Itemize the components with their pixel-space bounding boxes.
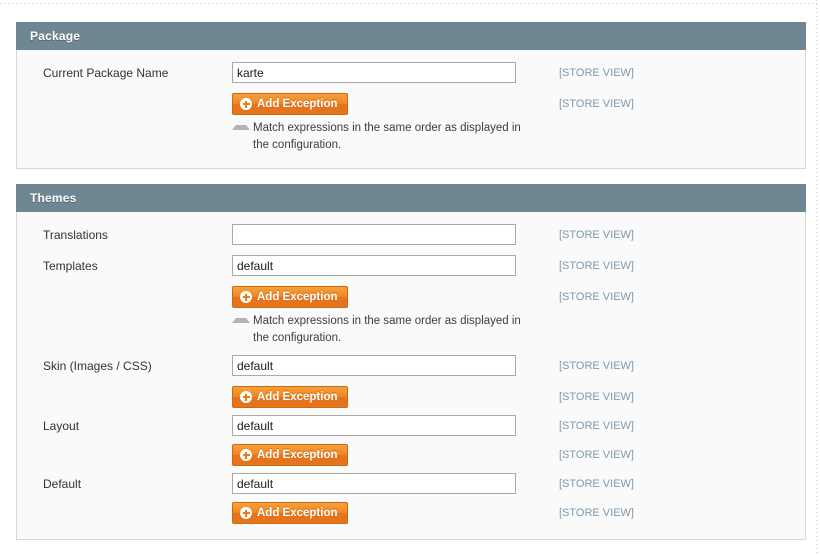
note-templates-text: Match expressions in the same order as d… (253, 315, 521, 344)
scope-templates-add-exception: [STORE VIEW] (559, 291, 634, 303)
section-package: Package Current Package Name [STORE VIEW… (16, 22, 806, 169)
scope-layout-add-exception: [STORE VIEW] (559, 449, 634, 461)
add-exception-button[interactable]: Add Exception (232, 93, 348, 115)
field-row-default-add-exception: Add Exception [STORE VIEW] (17, 502, 805, 525)
control-current-package-name (232, 62, 537, 83)
field-row-skin: Skin (Images / CSS) [STORE VIEW] (17, 355, 805, 378)
note-templates-add-exception: Match expressions in the same order as d… (232, 313, 532, 347)
control-templates (232, 255, 537, 276)
control-skin (232, 355, 537, 376)
scope-current-package-name: [STORE VIEW] (559, 67, 634, 79)
add-exception-button[interactable]: Add Exception (232, 444, 348, 466)
control-package-add-exception: Add Exception Match expressions in the s… (232, 93, 537, 154)
input-current-package-name[interactable] (232, 62, 516, 83)
scope-skin: [STORE VIEW] (559, 360, 634, 372)
field-row-skin-add-exception: Add Exception [STORE VIEW] (17, 386, 805, 409)
add-exception-button-label: Add Exception (257, 507, 338, 519)
field-row-default: Default [STORE VIEW] (17, 473, 805, 496)
control-default-add-exception: Add Exception (232, 502, 537, 524)
plus-circle-icon (240, 507, 252, 519)
scope-default-add-exception: [STORE VIEW] (559, 507, 634, 519)
scope-skin-add-exception: [STORE VIEW] (559, 391, 634, 403)
scope-templates: [STORE VIEW] (559, 260, 634, 272)
field-row-layout: Layout [STORE VIEW] (17, 415, 805, 438)
field-row-layout-add-exception: Add Exception [STORE VIEW] (17, 444, 805, 467)
section-themes-header: Themes (16, 184, 806, 212)
input-skin[interactable] (232, 355, 516, 376)
scope-layout: [STORE VIEW] (559, 420, 634, 432)
add-exception-button-label: Add Exception (257, 98, 338, 110)
plus-circle-icon (240, 449, 252, 461)
config-form: Package Current Package Name [STORE VIEW… (16, 22, 806, 555)
field-row-templates: Templates [STORE VIEW] (17, 255, 805, 278)
plus-circle-icon (240, 98, 252, 110)
right-ruler-line (816, 0, 817, 555)
input-default[interactable] (232, 473, 516, 494)
label-translations: Translations (43, 228, 108, 242)
plus-circle-icon (240, 391, 252, 403)
input-translations[interactable] (232, 224, 516, 245)
input-layout[interactable] (232, 415, 516, 436)
scope-default: [STORE VIEW] (559, 478, 634, 490)
add-exception-button[interactable]: Add Exception (232, 286, 348, 308)
control-layout-add-exception: Add Exception (232, 444, 537, 466)
field-row-package-add-exception: Add Exception Match expressions in the s… (17, 93, 805, 154)
label-skin: Skin (Images / CSS) (43, 359, 152, 373)
control-layout (232, 415, 537, 436)
add-exception-button-label: Add Exception (257, 391, 338, 403)
scope-package-add-exception: [STORE VIEW] (559, 98, 634, 110)
field-row-current-package-name: Current Package Name [STORE VIEW] (17, 62, 805, 85)
label-layout: Layout (43, 419, 80, 433)
label-templates: Templates (43, 259, 98, 273)
control-templates-add-exception: Add Exception Match expressions in the s… (232, 286, 537, 347)
control-default (232, 473, 537, 494)
add-exception-button[interactable]: Add Exception (232, 386, 348, 408)
plus-circle-icon (240, 291, 252, 303)
input-templates[interactable] (232, 255, 516, 276)
section-package-header: Package (16, 22, 806, 50)
add-exception-button-label: Add Exception (257, 449, 338, 461)
note-package-text: Match expressions in the same order as d… (253, 122, 521, 151)
control-skin-add-exception: Add Exception (232, 386, 537, 408)
section-themes: Themes Translations [STORE VIEW] Templat… (16, 184, 806, 540)
field-row-templates-add-exception: Add Exception Match expressions in the s… (17, 286, 805, 347)
top-ruler-line (0, 3, 820, 4)
field-row-translations: Translations [STORE VIEW] (17, 224, 805, 247)
label-default: Default (43, 477, 82, 491)
scope-translations: [STORE VIEW] (559, 229, 634, 241)
add-exception-button-label: Add Exception (257, 291, 338, 303)
triangle-up-icon (232, 318, 250, 323)
section-package-body: Current Package Name [STORE VIEW] Add Ex… (16, 50, 806, 169)
section-themes-body: Translations [STORE VIEW] Templates [STO… (16, 212, 806, 540)
label-current-package-name: Current Package Name (43, 66, 169, 80)
triangle-up-icon (232, 125, 250, 130)
note-package-add-exception: Match expressions in the same order as d… (232, 120, 532, 154)
control-translations (232, 224, 537, 245)
add-exception-button[interactable]: Add Exception (232, 502, 348, 524)
